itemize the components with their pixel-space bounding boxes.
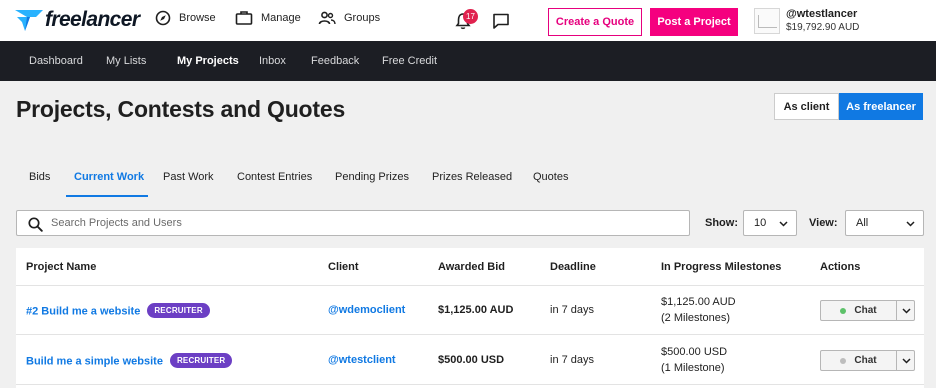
top-header: freelancer Browse Manage Groups 17 Creat… [0,0,936,41]
milestones: $1,125.00 AUD (2 Milestones) [661,294,736,326]
divider [16,384,924,385]
as-client-button[interactable]: As client [774,93,839,120]
page-title: Projects, Contests and Quotes [16,96,346,122]
project-name[interactable]: #2 Build me a website [26,305,140,317]
divider [896,351,897,370]
search-icon [28,217,43,232]
tab-contest-entries[interactable]: Contest Entries [237,171,312,183]
create-quote-button[interactable]: Create a Quote [548,8,642,36]
role-toggle: As client As freelancer [774,93,923,120]
search-input[interactable] [51,215,671,231]
chevron-down-icon[interactable] [902,308,911,314]
deadline: in 7 days [550,304,595,316]
column-header: Actions [820,261,861,273]
nav-dashboard[interactable]: Dashboard [29,55,83,67]
nav-manage-label: Manage [261,12,301,24]
milestone-count: (1 Milestone) [661,362,725,374]
tab-quotes[interactable]: Quotes [533,171,568,183]
column-header[interactable]: Project Name [26,261,96,273]
client-link[interactable]: @wdemoclient [328,304,405,316]
nav-manage[interactable]: Manage [235,10,301,26]
avatar[interactable] [754,8,780,34]
recruiter-badge: RECRUITER [169,353,233,368]
nav-browse[interactable]: Browse [155,10,216,26]
chevron-down-icon [779,221,788,227]
nav-groups-label: Groups [344,12,381,24]
column-header[interactable]: Client [328,261,359,273]
view-select[interactable]: All [845,210,924,236]
username[interactable]: @wtestlancer [786,8,857,20]
nav-browse-label: Browse [179,12,216,24]
chevron-down-icon[interactable] [902,358,911,364]
online-status-dot [840,307,847,314]
awarded-bid: $500.00 USD [438,354,505,366]
client-link[interactable]: @wtestclient [328,354,396,366]
nav-my-projects[interactable]: My Projects [177,55,239,67]
project-name[interactable]: Build me a simple website [26,355,163,367]
project-link[interactable]: #2 Build me a website RECRUITER [26,303,210,319]
milestone-amount: $500.00 USD [661,346,728,358]
chat-label: Chat [854,355,877,366]
column-header[interactable]: In Progress Milestones [661,261,781,273]
chat-main[interactable]: Chat [821,301,896,320]
nav-feedback[interactable]: Feedback [311,55,359,67]
compass-icon [155,10,171,26]
chat-button[interactable]: Chat [820,350,915,371]
offline-status-dot [840,357,847,364]
milestone-count: (2 Milestones) [661,312,731,324]
chevron-down-icon [906,221,915,227]
search-box [16,210,690,236]
divider [16,334,924,335]
deadline: in 7 days [550,354,595,366]
nav-free-credit[interactable]: Free Credit [382,55,437,67]
post-project-button[interactable]: Post a Project [650,8,738,36]
show-label: Show: [705,217,738,229]
logo-text: freelancer [45,8,140,31]
chat-main[interactable]: Chat [821,351,896,370]
nav-inbox[interactable]: Inbox [259,55,286,67]
tab-bids[interactable]: Bids [29,171,50,183]
notification-badge: 17 [463,9,478,24]
view-label: View: [809,217,838,229]
column-header[interactable]: Deadline [550,261,596,273]
project-link[interactable]: Build me a simple website RECRUITER [26,353,233,369]
account-balance: $19,792.90 AUD [786,22,860,33]
main-nav: Dashboard My Lists My Projects Inbox Fee… [0,41,936,81]
chat-label: Chat [854,305,877,316]
tab-pending-prizes[interactable]: Pending Prizes [335,171,409,183]
freelancer-logo[interactable]: freelancer [14,8,140,32]
recruiter-badge: RECRUITER [147,303,210,318]
show-select-value: 10 [754,217,767,229]
view-select-value: All [856,217,869,229]
chat-button[interactable]: Chat [820,300,915,321]
divider [16,285,924,286]
messages-icon[interactable] [492,12,510,30]
as-freelancer-button[interactable]: As freelancer [839,93,923,120]
tab-current-work[interactable]: Current Work [74,171,144,183]
nav-my-lists[interactable]: My Lists [106,55,146,67]
bird-logo-icon [15,10,43,31]
projects-table: Project Name Client Awarded Bid Deadline… [16,248,924,388]
column-header[interactable]: Awarded Bid [438,261,505,273]
tab-past-work[interactable]: Past Work [163,171,214,183]
awarded-bid: $1,125.00 AUD [438,304,514,316]
show-select[interactable]: 10 [743,210,797,236]
briefcase-icon [235,11,253,25]
groups-icon [318,11,336,25]
nav-groups[interactable]: Groups [318,10,380,26]
active-tab-indicator [66,195,148,197]
divider [896,301,897,320]
tab-prizes-released[interactable]: Prizes Released [432,171,512,183]
milestones: $500.00 USD (1 Milestone) [661,344,727,376]
milestone-amount: $1,125.00 AUD [661,296,736,308]
